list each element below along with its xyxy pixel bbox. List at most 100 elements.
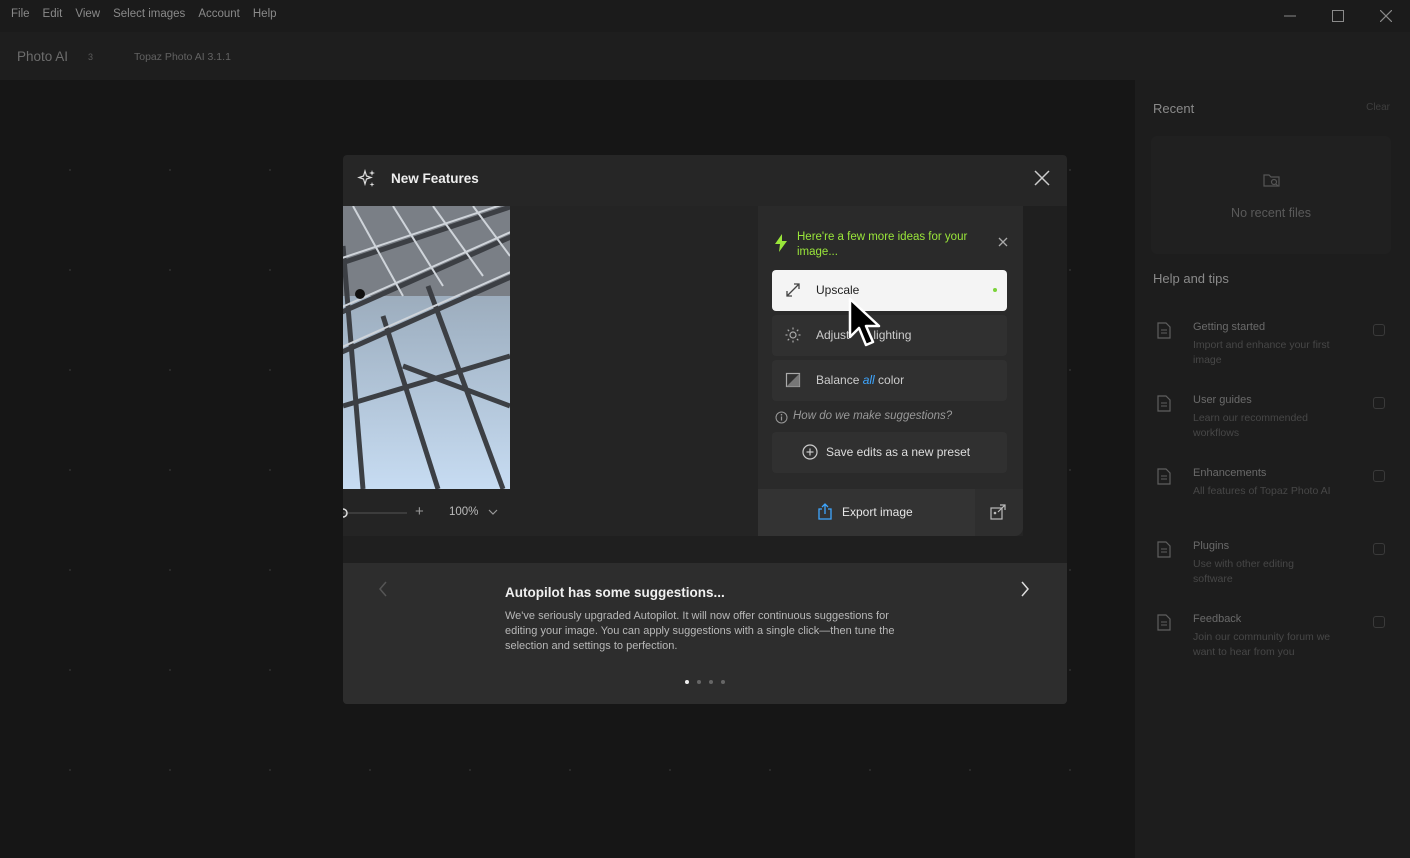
page-dot[interactable]: [709, 680, 713, 684]
menu-help[interactable]: Help: [253, 8, 277, 20]
steel-structure-image: [343, 206, 510, 489]
close-icon[interactable]: [1033, 169, 1051, 187]
feature-title: Autopilot has some suggestions...: [505, 585, 725, 600]
help-item-title: User guides: [1193, 394, 1252, 406]
minimize-button[interactable]: [1266, 0, 1314, 32]
help-item-desc: Import and enhance your first image: [1193, 339, 1330, 366]
suggestions-panel: Here're a few more ideas for your image.…: [758, 206, 1023, 536]
close-icon[interactable]: [998, 237, 1008, 247]
how-suggestions-text: How do we make suggestions?: [793, 410, 953, 422]
preview-photo: [343, 206, 510, 489]
save-preset-button[interactable]: Save edits as a new preset: [772, 432, 1007, 473]
external-link-icon: [1373, 543, 1385, 555]
chevron-left-icon[interactable]: [377, 580, 389, 598]
label-part: Adjust: [816, 328, 850, 342]
suggestions-header: Here're a few more ideas for your image.…: [797, 231, 968, 258]
document-icon: [1157, 322, 1171, 339]
zoom-bar: + 100%: [343, 489, 510, 536]
label-part: Balance: [816, 373, 863, 387]
page-dot[interactable]: [685, 680, 689, 684]
window-close-button[interactable]: [1362, 0, 1410, 32]
recent-files-box: No recent files: [1151, 136, 1391, 254]
close-icon: [1380, 10, 1392, 22]
help-item-title: Feedback: [1193, 613, 1242, 625]
preview-canvas: + 100% Here're a few more ideas for your…: [343, 206, 1023, 536]
document-icon: [1157, 614, 1171, 631]
external-link-icon: [1373, 324, 1385, 336]
lightning-icon: [775, 234, 787, 252]
pagination-dots: [685, 680, 725, 684]
recent-title: Recent: [1153, 101, 1195, 116]
document-icon: [1157, 468, 1171, 485]
help-item-feedback[interactable]: Feedback Join our community forum we wan…: [1153, 613, 1393, 674]
help-item-desc: Use with other editing software: [1193, 558, 1294, 585]
zoom-in-button[interactable]: +: [415, 503, 424, 520]
dialog-header: New Features: [343, 155, 1067, 206]
help-title: Help and tips: [1153, 271, 1229, 286]
help-item-title: Plugins: [1193, 540, 1230, 552]
sun-icon: [785, 327, 801, 343]
help-item-enhancements[interactable]: Enhancements All features of Topaz Photo…: [1153, 467, 1393, 528]
info-icon: [775, 411, 788, 424]
app-version: Topaz Photo AI 3.1.1: [134, 51, 231, 63]
clear-recent-button[interactable]: Clear: [1366, 102, 1390, 113]
help-item-desc: Join our community forum we want to hear…: [1193, 631, 1331, 658]
menu-bar: File Edit View Select images Account Hel…: [0, 0, 1410, 32]
expand-arrows-icon: [786, 283, 800, 297]
menu-edit[interactable]: Edit: [43, 8, 63, 20]
help-item-user-guides[interactable]: User guides Learn our recommended workfl…: [1153, 394, 1393, 455]
app-bar: Photo AI 3 Topaz Photo AI 3.1.1: [0, 32, 1410, 80]
help-item-desc: All features of Topaz Photo AI: [1193, 485, 1331, 497]
app-badge: 3: [88, 52, 94, 62]
export-alt-icon[interactable]: [990, 504, 1006, 520]
export-image-button[interactable]: Export image: [758, 489, 975, 536]
window-controls: [1266, 0, 1410, 32]
share-icon: [818, 503, 832, 520]
no-recent-files-text: No recent files: [1231, 206, 1311, 220]
balance-color-label: Balance all color: [816, 373, 904, 387]
help-item-title: Enhancements: [1193, 467, 1267, 479]
document-icon: [1157, 395, 1171, 412]
maximize-button[interactable]: [1314, 0, 1362, 32]
minimize-icon: [1284, 15, 1296, 17]
menu-account[interactable]: Account: [198, 8, 240, 20]
suggestion-indicator: [993, 288, 997, 292]
chevron-right-icon[interactable]: [1019, 580, 1031, 598]
page-dot[interactable]: [721, 680, 725, 684]
feature-info: Autopilot has some suggestions... We've …: [343, 563, 1067, 704]
upscale-label: Upscale: [816, 283, 860, 297]
dialog-title: New Features: [391, 171, 479, 186]
help-item-getting-started[interactable]: Getting started Import and enhance your …: [1153, 321, 1393, 382]
right-panel: Recent Clear No recent files Help and ti…: [1135, 80, 1410, 858]
label-emphasis: all: [862, 373, 875, 387]
menu-items: File Edit View Select images Account Hel…: [11, 8, 277, 20]
app-name: Photo AI: [17, 49, 69, 64]
help-item-desc: Learn our recommended workflows: [1193, 412, 1308, 439]
new-features-dialog: New Features + 100% Here're a few more i…: [343, 155, 1067, 704]
zoom-slider[interactable]: [343, 506, 409, 520]
page-dot[interactable]: [697, 680, 701, 684]
feature-description: We've seriously upgraded Autopilot. It w…: [505, 610, 895, 652]
upscale-button[interactable]: Upscale: [772, 270, 1007, 311]
folder-search-icon: [1263, 174, 1280, 187]
cursor-icon: [848, 297, 881, 347]
label-part: color: [874, 373, 905, 387]
menu-select-images[interactable]: Select images: [113, 8, 185, 20]
chevron-down-icon[interactable]: [488, 509, 498, 516]
export-image-label: Export image: [842, 505, 913, 519]
help-item-plugins[interactable]: Plugins Use with other editing software: [1153, 540, 1393, 601]
external-link-icon: [1373, 397, 1385, 409]
menu-view[interactable]: View: [75, 8, 100, 20]
balance-color-button[interactable]: Balance all color: [772, 360, 1007, 401]
help-item-title: Getting started: [1193, 321, 1266, 333]
document-icon: [1157, 541, 1171, 558]
adjust-lighting-button[interactable]: Adjust lighting: [772, 315, 1007, 356]
maximize-icon: [1332, 10, 1344, 22]
color-balance-icon: [785, 372, 801, 388]
export-bar: Export image: [758, 489, 1023, 536]
menu-file[interactable]: File: [11, 8, 30, 20]
sparkles-icon: [357, 169, 375, 187]
zoom-level[interactable]: 100%: [449, 506, 478, 518]
feature-preview: + 100% Here're a few more ideas for your…: [343, 206, 1067, 563]
plus-circle-icon: [802, 444, 818, 460]
